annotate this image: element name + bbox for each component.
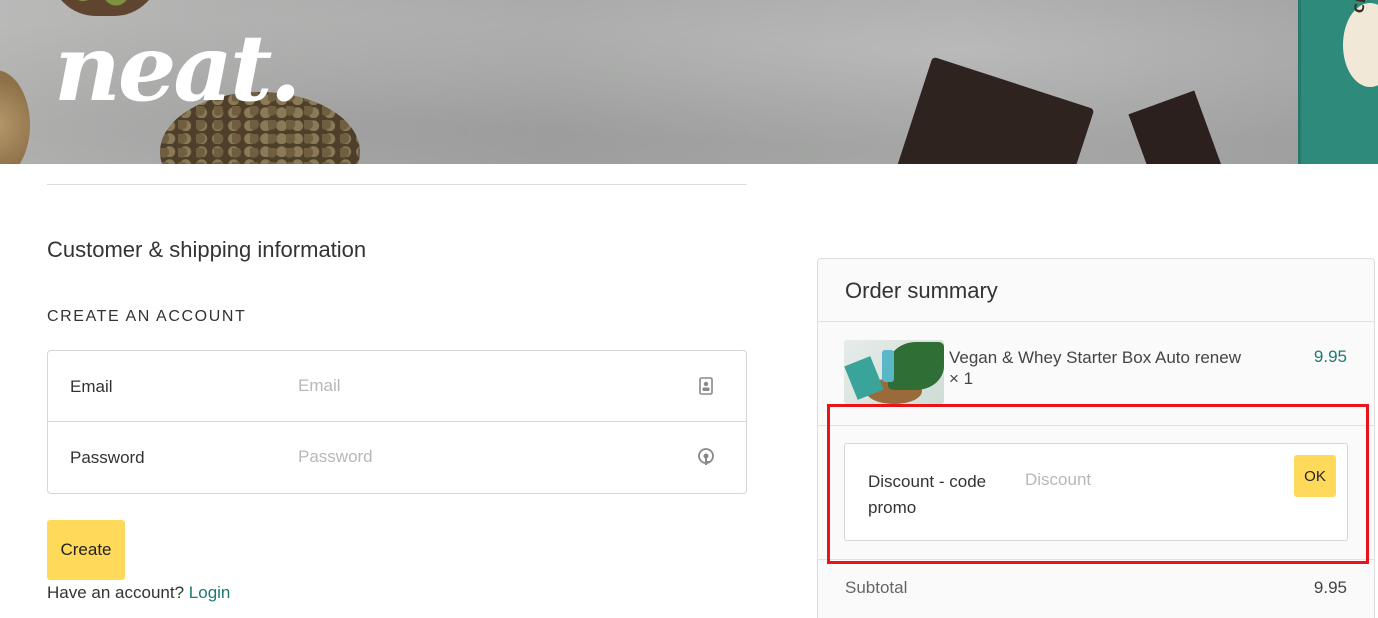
create-account-button[interactable]: Create	[47, 520, 125, 580]
section-title: Customer & shipping information	[47, 237, 367, 262]
discount-label: Discount - code promo	[868, 472, 987, 517]
summary-divider	[818, 559, 1374, 560]
thumbnail-plant	[888, 342, 944, 390]
create-account-form: Email Password	[47, 350, 747, 494]
order-summary-panel: Order summary Vegan & Whey Starter Box A…	[817, 258, 1375, 618]
have-account-text: Have an account?	[47, 583, 185, 602]
login-link[interactable]: Login	[189, 583, 231, 602]
discount-form: Discount - code promo OK	[844, 443, 1348, 541]
section-divider	[47, 184, 747, 185]
create-account-heading: CREATE AN ACCOUNT	[47, 308, 247, 325]
contact-card-icon	[699, 377, 713, 395]
order-summary-title: Order summary	[845, 278, 998, 303]
subtotal-value: 9.95	[1313, 578, 1347, 597]
brand-logo[interactable]: neat.	[54, 22, 302, 114]
login-prompt: Have an account? Login	[47, 583, 230, 603]
password-row: Password	[48, 422, 746, 493]
email-row: Email	[48, 351, 746, 422]
apply-discount-button[interactable]: OK	[1294, 455, 1336, 497]
summary-divider	[818, 321, 1374, 322]
product-quantity: × 1	[949, 369, 974, 388]
subtotal-label: Subtotal	[845, 578, 908, 597]
summary-divider	[818, 425, 1374, 426]
password-field[interactable]	[298, 440, 678, 474]
thumbnail-bottle	[882, 350, 894, 382]
key-icon	[698, 448, 714, 465]
email-label: Email	[70, 377, 113, 396]
product-name: Vegan & Whey Starter Box Auto renew × 1	[949, 347, 1269, 389]
password-label: Password	[70, 448, 145, 467]
discount-code-input[interactable]	[1025, 466, 1285, 494]
product-price: 9.95	[1313, 347, 1347, 366]
hero-banner: CHOC neat.	[0, 0, 1378, 164]
product-title: Vegan & Whey Starter Box Auto renew	[949, 348, 1241, 367]
email-field[interactable]	[298, 369, 678, 403]
product-thumbnail	[844, 340, 944, 404]
